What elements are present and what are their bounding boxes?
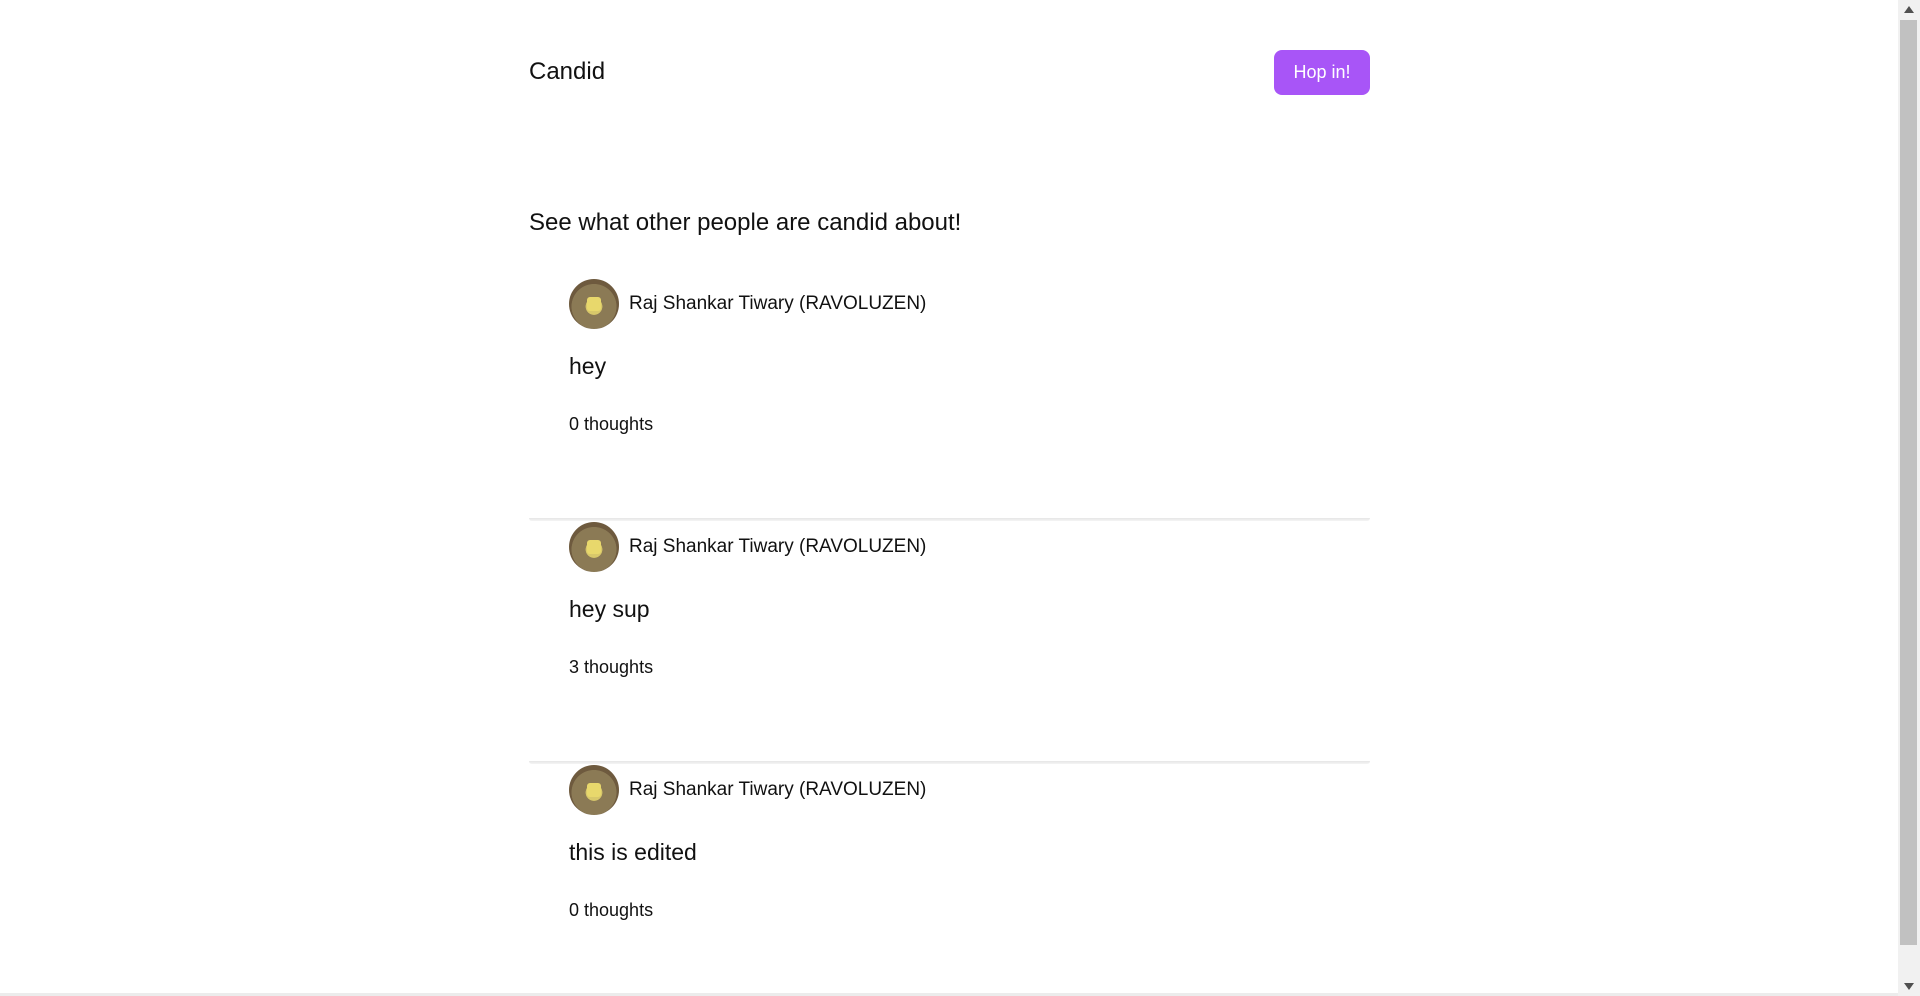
post-text: hey sup	[569, 596, 650, 622]
post-card[interactable]: Raj Shankar Tiwary (RAVOLUZEN) this is e…	[529, 764, 1370, 996]
post-thoughts-count[interactable]: 0 thoughts	[569, 414, 653, 435]
post-text: hey	[569, 353, 607, 379]
post-thoughts-count[interactable]: 0 thoughts	[569, 900, 653, 921]
main-container: Candid Hop in! See what other people are…	[529, 0, 1370, 920]
user-avatar-icon[interactable]	[569, 279, 619, 329]
post-author-row[interactable]: Raj Shankar Tiwary (RAVOLUZEN)	[569, 521, 926, 573]
post-card[interactable]: Raj Shankar Tiwary (RAVOLUZEN) hey sup 3…	[529, 521, 1370, 764]
post-text: this is edited	[569, 839, 697, 865]
post-card[interactable]: Raj Shankar Tiwary (RAVOLUZEN) hey 0 tho…	[529, 278, 1370, 521]
brand-logo[interactable]: Candid	[529, 58, 605, 86]
post-author-name[interactable]: Raj Shankar Tiwary (RAVOLUZEN)	[629, 779, 926, 801]
chevron-down-icon[interactable]	[1904, 983, 1914, 990]
page: Candid Hop in! See what other people are…	[0, 0, 1898, 996]
feed-tagline: See what other people are candid about!	[529, 209, 962, 236]
navbar: Candid Hop in!	[529, 0, 1370, 130]
user-avatar-icon[interactable]	[569, 765, 619, 815]
scrollbar-thumb[interactable]	[1900, 20, 1917, 945]
post-author-name[interactable]: Raj Shankar Tiwary (RAVOLUZEN)	[629, 536, 926, 558]
post-author-row[interactable]: Raj Shankar Tiwary (RAVOLUZEN)	[569, 764, 926, 816]
hop-in-button[interactable]: Hop in!	[1274, 50, 1370, 95]
vertical-scrollbar[interactable]	[1898, 0, 1920, 996]
user-avatar-icon[interactable]	[569, 522, 619, 572]
chevron-up-icon[interactable]	[1904, 6, 1914, 13]
post-author-row[interactable]: Raj Shankar Tiwary (RAVOLUZEN)	[569, 278, 926, 330]
post-thoughts-count[interactable]: 3 thoughts	[569, 657, 653, 678]
post-author-name[interactable]: Raj Shankar Tiwary (RAVOLUZEN)	[629, 293, 926, 315]
